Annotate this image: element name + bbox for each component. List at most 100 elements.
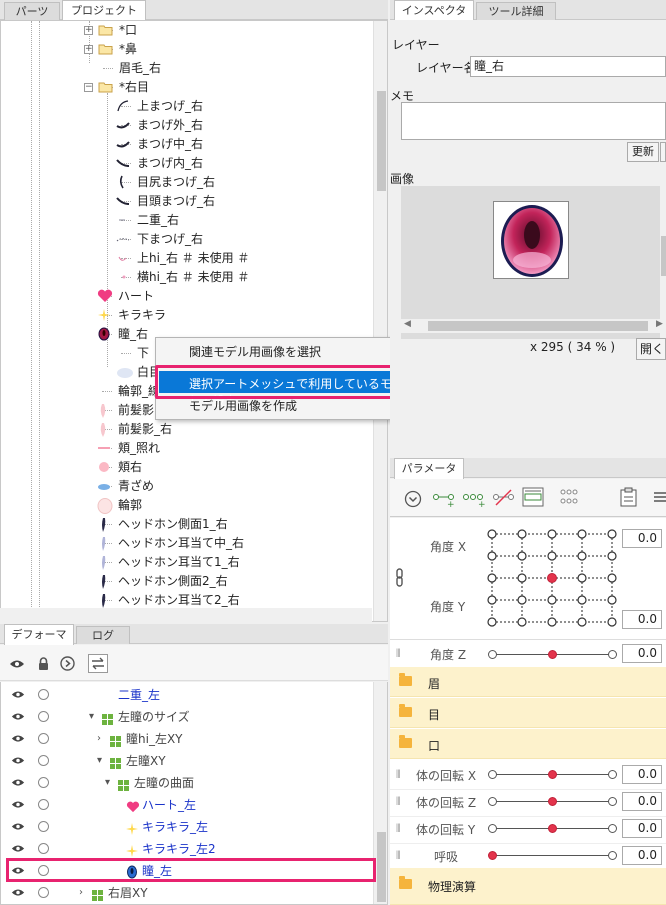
link-off-icon-by[interactable]: ⫴: [396, 822, 401, 836]
param-group-brow[interactable]: 眉: [390, 667, 666, 697]
body-x-handle[interactable]: [548, 770, 557, 779]
tree-item[interactable]: 青ざめ: [1, 477, 373, 496]
chevron-right-icon[interactable]: ›: [97, 728, 101, 750]
add-three-keys-icon[interactable]: +: [462, 488, 486, 508]
update-button[interactable]: 更新: [627, 142, 659, 162]
tab-parameter[interactable]: パラメータ: [394, 458, 464, 479]
visibility-eye-icon[interactable]: [11, 689, 25, 700]
body-y-handle[interactable]: [548, 824, 557, 833]
breath-value[interactable]: 0.0: [622, 846, 662, 865]
body-x-max-key[interactable]: [608, 770, 617, 779]
param-group-eye[interactable]: 目: [390, 698, 666, 728]
angle-y-value[interactable]: 0.0: [622, 610, 662, 629]
body-y-min-key[interactable]: [488, 824, 497, 833]
link-off-icon-bx[interactable]: ⫴: [396, 768, 401, 782]
select-toggle[interactable]: [38, 821, 49, 832]
breath-handle[interactable]: [488, 851, 497, 860]
tree-item[interactable]: まつげ外_右: [1, 116, 373, 135]
tree-item[interactable]: ヘッドホン耳当て中_右: [1, 534, 373, 553]
angle-z-max-key[interactable]: [608, 650, 617, 659]
tab-log[interactable]: ログ: [76, 626, 130, 644]
menu-item-select-related[interactable]: 関連モデル用画像を選択: [189, 343, 321, 360]
select-toggle[interactable]: [38, 799, 49, 810]
tab-deformer[interactable]: デフォーマ: [4, 624, 74, 645]
visibility-eye-icon[interactable]: [11, 843, 25, 854]
clipboard-icon[interactable]: [618, 487, 640, 507]
deformer-row[interactable]: ▾ 左瞳のサイズ: [1, 706, 377, 728]
select-toggle[interactable]: [38, 733, 49, 744]
tree-item[interactable]: ハート: [1, 287, 373, 306]
extra-button[interactable]: [660, 142, 666, 162]
tree-item[interactable]: まつげ中_右: [1, 135, 373, 154]
expand-icon[interactable]: +: [84, 45, 93, 54]
tab-parts[interactable]: パーツ: [4, 2, 60, 20]
expand-icon[interactable]: +: [84, 26, 93, 35]
body-z-value[interactable]: 0.0: [622, 792, 662, 811]
angle-z-value[interactable]: 0.0: [622, 644, 662, 663]
deformer-row[interactable]: › 瞳hi_左XY: [1, 728, 377, 750]
lock-icon[interactable]: [38, 657, 49, 671]
deformer-row[interactable]: › 右眉XY: [1, 882, 377, 904]
link-chain-icon[interactable]: [394, 568, 406, 588]
body-x-value[interactable]: 0.0: [622, 765, 662, 784]
play-circle-icon[interactable]: [60, 656, 75, 671]
tree-item[interactable]: ヘッドホン側面1_右: [1, 515, 373, 534]
tree-item[interactable]: ヘッドホン側面2_右: [1, 572, 373, 591]
menu-item-create-model-image[interactable]: モデル用画像を作成: [189, 397, 297, 414]
collapse-icon[interactable]: −: [84, 83, 93, 92]
tree-item[interactable]: 目尻まつげ_右: [1, 173, 373, 192]
angle-x-value[interactable]: 0.0: [622, 529, 662, 548]
visibility-eye-icon[interactable]: [11, 733, 25, 744]
tree-item[interactable]: ヘッドホン耳当て1_右: [1, 553, 373, 572]
tree-item[interactable]: 目頭まつげ_右: [1, 192, 373, 211]
preview-v-scrollbar[interactable]: [660, 186, 666, 339]
deformer-row[interactable]: ▾ 左瞳XY: [1, 750, 377, 772]
tree-folder[interactable]: − *右目: [1, 78, 373, 97]
tree-item[interactable]: 前髪影_右: [1, 420, 373, 439]
body-x-min-key[interactable]: [488, 770, 497, 779]
chevron-down-icon[interactable]: ▾: [89, 706, 94, 728]
tree-folder[interactable]: + *口: [1, 21, 373, 40]
chevron-down-icon[interactable]: ▾: [105, 772, 110, 794]
body-z-max-key[interactable]: [608, 797, 617, 806]
tree-folder[interactable]: + *鼻: [1, 40, 373, 59]
deformer-row[interactable]: キラキラ_左2: [1, 838, 377, 860]
chevron-right-icon[interactable]: ›: [79, 882, 83, 904]
tree-item[interactable]: 横hi_右 ＃ 未使用 ＃: [1, 268, 373, 287]
link-off-icon-breath[interactable]: ⫴: [396, 849, 401, 863]
deformer-row[interactable]: 二重_左: [1, 684, 377, 706]
chevron-down-icon[interactable]: ▾: [97, 750, 102, 772]
angle-z-handle[interactable]: [548, 650, 557, 659]
tree-item[interactable]: 上hi_右 ＃ 未使用 ＃: [1, 249, 373, 268]
visibility-eye-icon[interactable]: [11, 821, 25, 832]
collapse-circle-icon[interactable]: [404, 490, 422, 508]
tree-item[interactable]: キラキラ: [1, 306, 373, 325]
deformer-row[interactable]: キラキラ_左: [1, 816, 377, 838]
link-off-icon-bz[interactable]: ⫴: [396, 795, 401, 809]
select-toggle[interactable]: [38, 777, 49, 788]
link-off-icon-z[interactable]: ⫴: [396, 647, 401, 661]
visibility-eye-icon[interactable]: [11, 799, 25, 810]
key-table-icon[interactable]: [522, 487, 544, 507]
select-toggle[interactable]: [38, 689, 49, 700]
visibility-eye-icon[interactable]: [11, 887, 25, 898]
tree-item[interactable]: 上まつげ_右: [1, 97, 373, 116]
body-z-handle[interactable]: [548, 797, 557, 806]
param-group-mouth[interactable]: 口: [390, 729, 666, 759]
layer-name-input[interactable]: 瞳_右: [470, 56, 666, 77]
tree-item[interactable]: 二重_右: [1, 211, 373, 230]
tab-tool-detail[interactable]: ツール詳細: [476, 2, 556, 20]
visibility-eye-icon[interactable]: [11, 755, 25, 766]
param-group-physics[interactable]: 物理演算: [390, 868, 666, 905]
select-toggle[interactable]: [38, 711, 49, 722]
tab-inspector[interactable]: インスペクタ: [394, 0, 474, 21]
angle-xy-2d-grid[interactable]: [484, 528, 620, 628]
body-z-min-key[interactable]: [488, 797, 497, 806]
tree-h-scrollbar[interactable]: [0, 608, 372, 622]
memo-textarea[interactable]: [401, 102, 666, 140]
remove-key-icon[interactable]: [492, 488, 516, 508]
preview-h-scrollbar[interactable]: ◀ ▶: [401, 319, 663, 333]
tree-item[interactable]: 眉毛_右: [1, 59, 373, 78]
deformer-row[interactable]: ハート_左: [1, 794, 377, 816]
tree-item[interactable]: まつげ内_右: [1, 154, 373, 173]
